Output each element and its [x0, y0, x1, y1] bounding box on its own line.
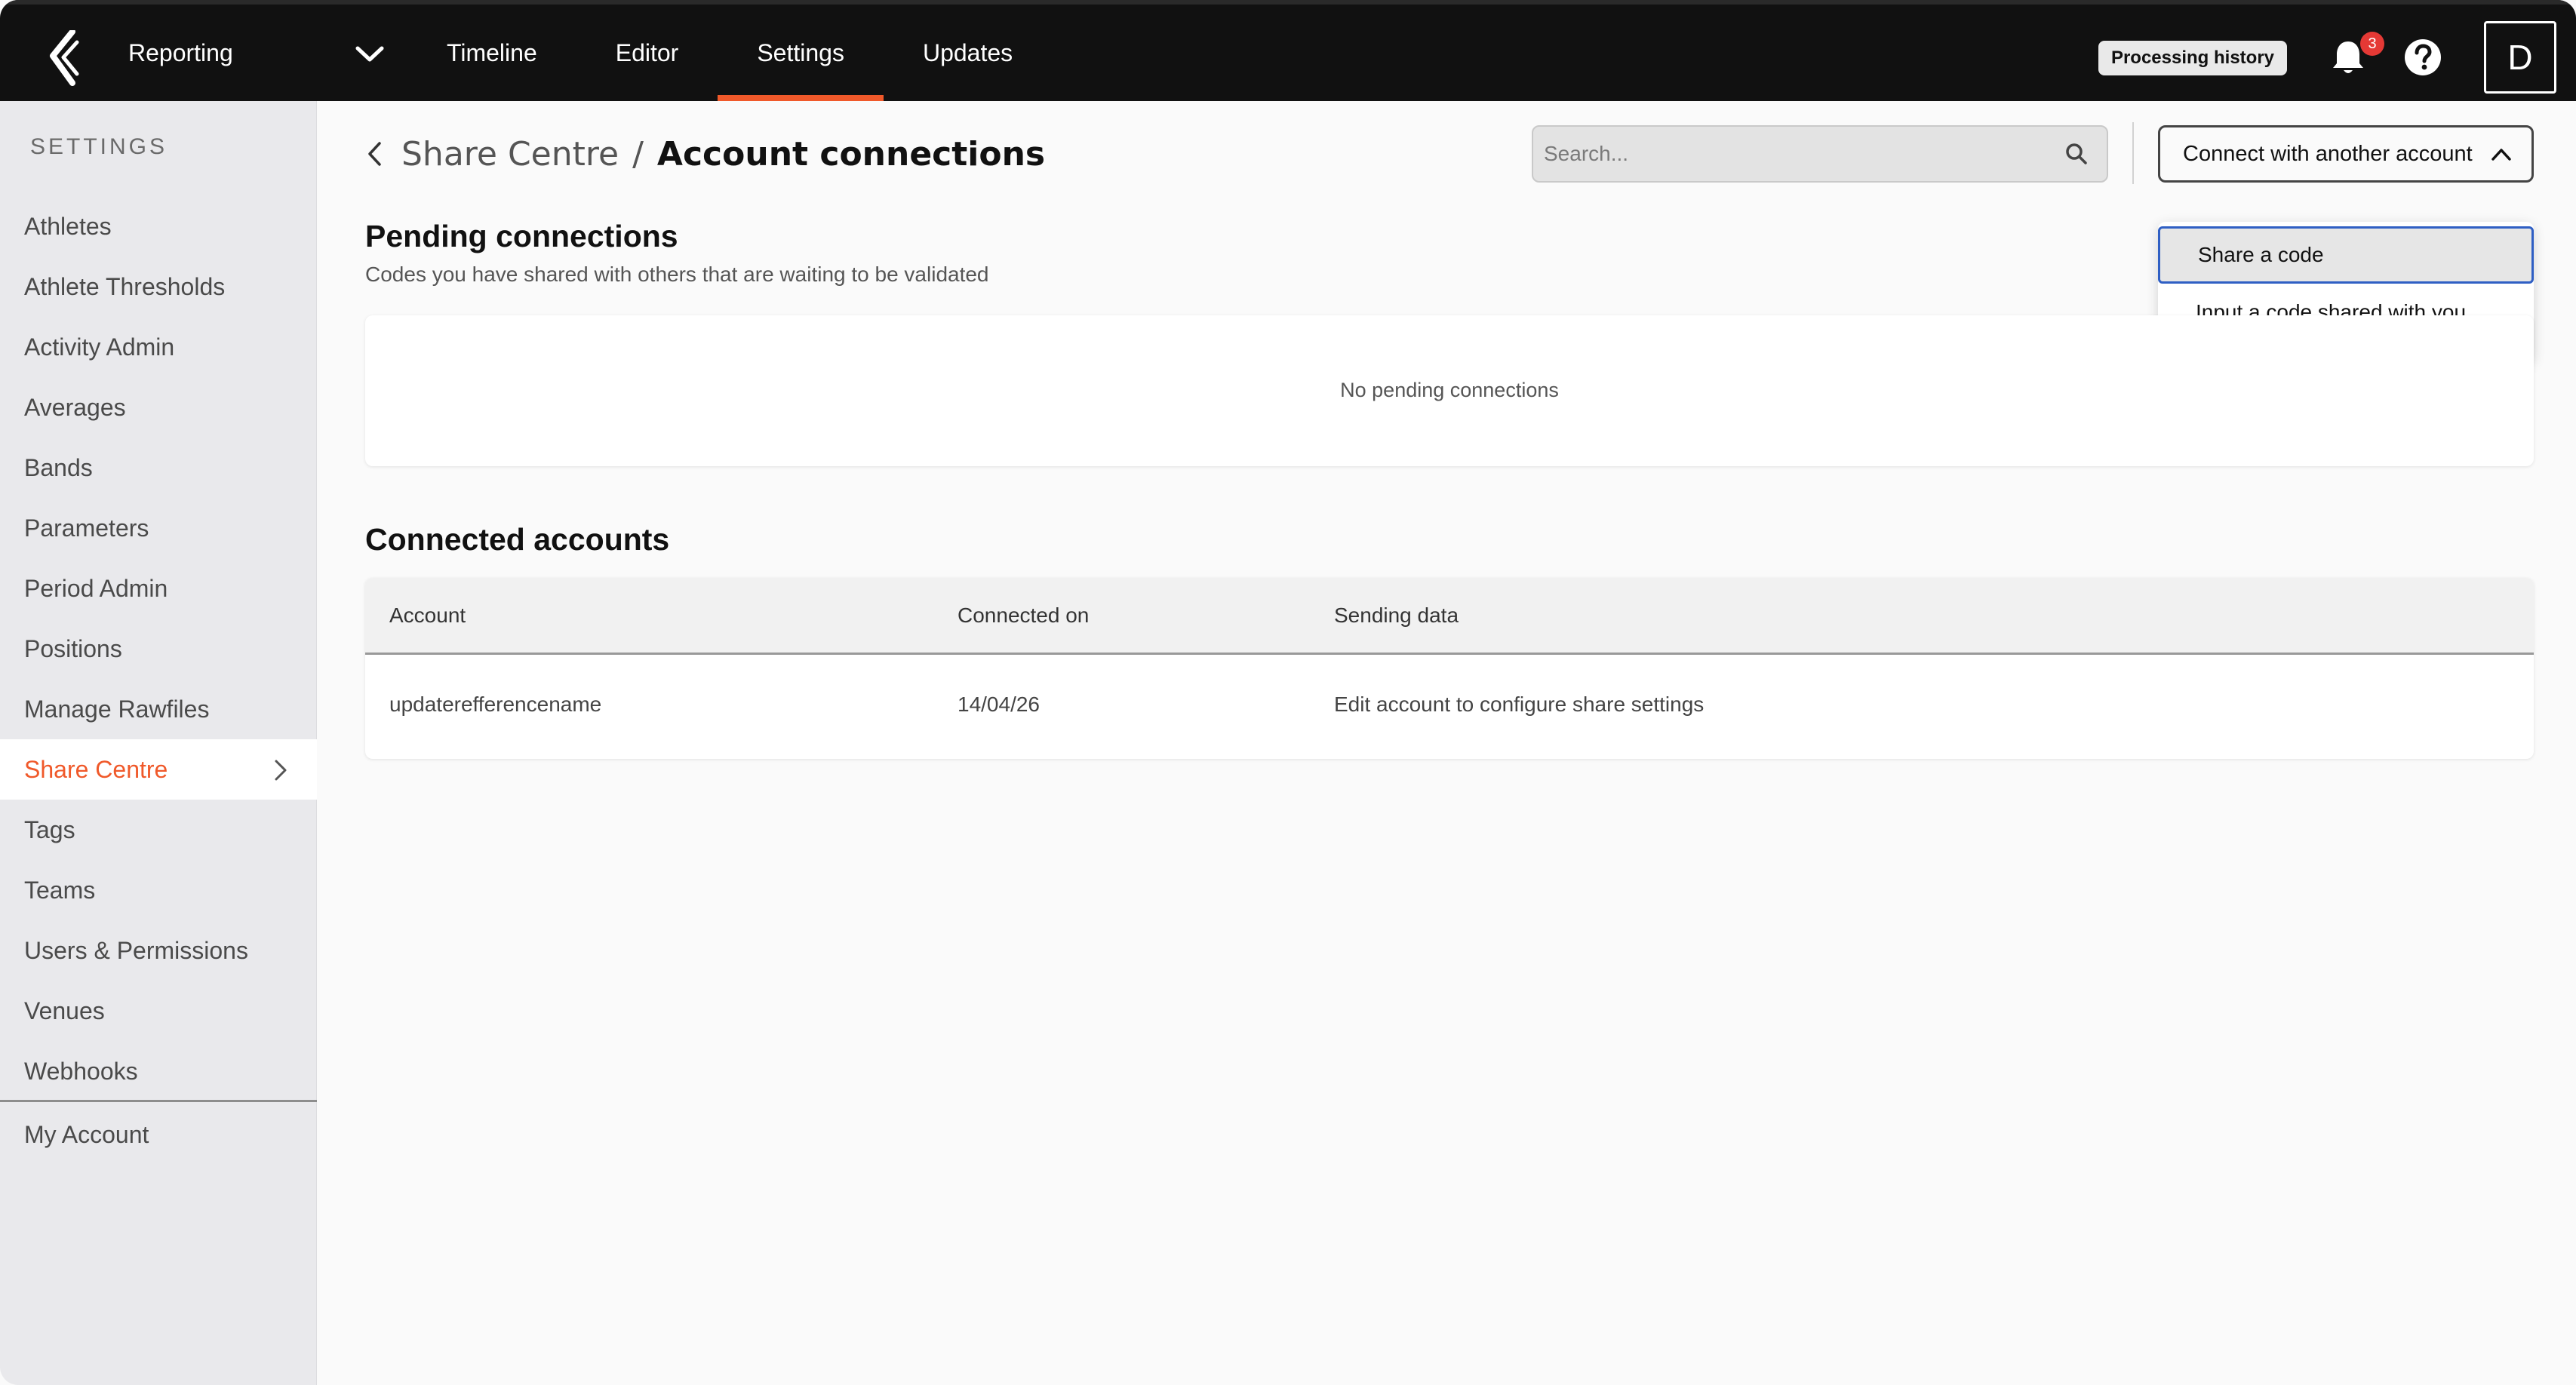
cell-connected-on: 14/04/26: [958, 692, 1040, 716]
page-title: Account connections: [656, 134, 1046, 174]
app-switcher-dropdown[interactable]: Reporting: [128, 5, 385, 101]
connect-another-account-button[interactable]: Connect with another account: [2158, 125, 2534, 183]
breadcrumb: Share Centre / Account connections: [401, 128, 1045, 180]
sidebar-item-manage-rawfiles[interactable]: Manage Rawfiles: [0, 679, 317, 739]
sidebar-divider: [0, 1100, 317, 1102]
sidebar-item-tags[interactable]: Tags: [0, 800, 317, 860]
notification-count-badge: 3: [2360, 32, 2384, 56]
connected-accounts-title: Connected accounts: [365, 522, 670, 557]
nav-tab-settings[interactable]: Settings: [718, 5, 884, 101]
app-switcher-label: Reporting: [128, 38, 233, 66]
help-icon[interactable]: [2404, 38, 2442, 76]
pending-connections-title: Pending connections: [365, 219, 678, 253]
app-window: Reporting Timeline Editor Settings Updat…: [0, 0, 2576, 1385]
column-header-connected-on[interactable]: Connected on: [958, 603, 1089, 628]
table-header: Account Connected on Sending data: [365, 578, 2534, 655]
sidebar-item-my-account[interactable]: My Account: [0, 1104, 317, 1165]
sidebar-item-users-permissions[interactable]: Users & Permissions: [0, 920, 317, 981]
main-nav-tabs: Timeline Editor Settings Updates: [407, 5, 1052, 101]
toolbar-divider: [2132, 122, 2134, 184]
search-input[interactable]: [1544, 134, 2042, 174]
sidebar-item-parameters[interactable]: Parameters: [0, 498, 317, 558]
connected-accounts-table: Account Connected on Sending data update…: [365, 578, 2534, 759]
chevron-up-icon: [2491, 149, 2511, 161]
sidebar-item-period-admin[interactable]: Period Admin: [0, 558, 317, 619]
sidebar-item-teams[interactable]: Teams: [0, 860, 317, 920]
search-box: [1532, 125, 2108, 183]
settings-sidebar: SETTINGS Athletes Athlete Thresholds Act…: [0, 101, 317, 1385]
sidebar-item-webhooks[interactable]: Webhooks: [0, 1041, 317, 1101]
sidebar-heading: SETTINGS: [30, 134, 168, 159]
breadcrumb-separator: /: [632, 134, 644, 174]
column-header-account[interactable]: Account: [389, 603, 466, 628]
processing-history-button[interactable]: Processing history: [2098, 41, 2287, 75]
cell-sending-data: Edit account to configure share settings: [1334, 692, 1705, 716]
sidebar-item-averages[interactable]: Averages: [0, 377, 317, 438]
sidebar-menu: Athletes Athlete Thresholds Activity Adm…: [0, 196, 317, 1101]
sidebar-item-bands[interactable]: Bands: [0, 438, 317, 498]
sidebar-item-venues[interactable]: Venues: [0, 981, 317, 1041]
sidebar-item-activity-admin[interactable]: Activity Admin: [0, 317, 317, 377]
connect-button-label: Connect with another account: [2183, 141, 2473, 166]
sidebar-item-share-centre[interactable]: Share Centre: [0, 739, 317, 800]
search-icon[interactable]: [2064, 142, 2089, 166]
sidebar-item-label: Share Centre: [24, 755, 168, 783]
app-logo-icon[interactable]: [47, 30, 85, 86]
sidebar-item-positions[interactable]: Positions: [0, 619, 317, 679]
nav-tab-updates[interactable]: Updates: [884, 5, 1052, 101]
chevron-down-icon: [355, 46, 384, 62]
breadcrumb-parent-link[interactable]: Share Centre: [401, 135, 619, 174]
user-avatar[interactable]: D: [2484, 21, 2556, 94]
sidebar-item-athlete-thresholds[interactable]: Athlete Thresholds: [0, 256, 317, 317]
column-header-sending-data[interactable]: Sending data: [1334, 603, 1459, 628]
nav-tab-editor[interactable]: Editor: [576, 5, 718, 101]
top-navigation-bar: Reporting Timeline Editor Settings Updat…: [0, 0, 2576, 101]
back-chevron-icon[interactable]: [365, 140, 383, 167]
empty-state-message: No pending connections: [1340, 379, 1559, 401]
sidebar-item-athletes[interactable]: Athletes: [0, 196, 317, 256]
pending-connections-subtitle: Codes you have shared with others that a…: [365, 263, 989, 286]
chevron-right-icon: [275, 760, 287, 781]
cell-account: updaterefferencename: [389, 692, 602, 716]
nav-tab-timeline[interactable]: Timeline: [407, 5, 576, 101]
pending-connections-card: No pending connections: [365, 315, 2534, 466]
menu-item-share-a-code[interactable]: Share a code: [2158, 226, 2534, 284]
